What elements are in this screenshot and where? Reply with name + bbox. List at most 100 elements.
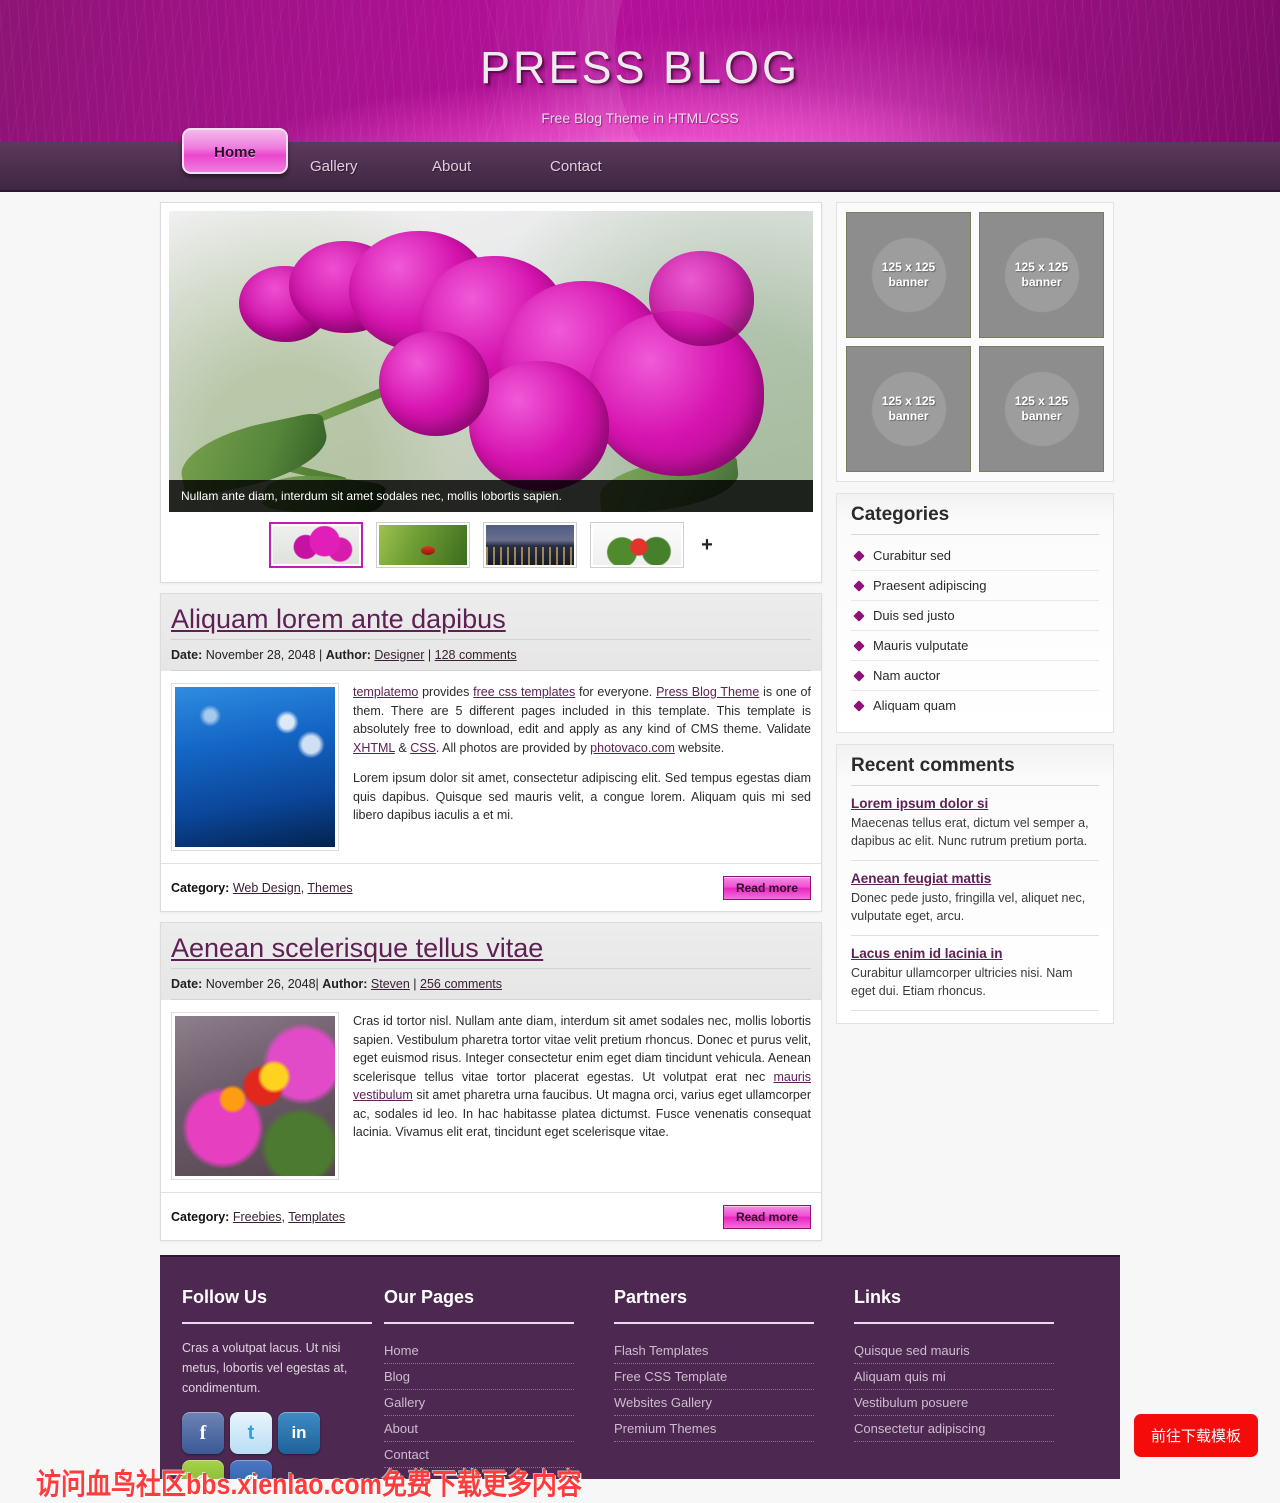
linkedin-icon[interactable]: in <box>278 1412 320 1454</box>
category-link[interactable]: Duis sed justo <box>873 608 955 623</box>
list-item[interactable]: Praesent adipiscing <box>851 571 1099 601</box>
banner-ad[interactable]: 125 x 125 banner <box>979 212 1104 338</box>
footer-pages-list: Home Blog Gallery About Contact <box>384 1338 574 1468</box>
comment-title-link[interactable]: Aenean feugiat mattis <box>851 871 1099 886</box>
list-item[interactable]: Aliquam quam <box>851 691 1099 720</box>
author-label: Author: <box>322 977 368 991</box>
post-category-link-1[interactable]: Web Design <box>233 881 301 895</box>
slider-thumb-city-night[interactable] <box>483 522 578 568</box>
list-item[interactable]: Contact <box>384 1442 574 1468</box>
banner-ad[interactable]: 125 x 125 banner <box>979 346 1104 472</box>
post-author-link[interactable]: Designer <box>374 648 424 662</box>
footer-partners-list: Flash Templates Free CSS Template Websit… <box>614 1338 814 1442</box>
list-item[interactable]: Home <box>384 1338 574 1364</box>
slider-thumb-strawberry-salad[interactable] <box>590 522 685 568</box>
post-footer: Category: Freebies, Templates Read more <box>161 1192 821 1240</box>
post-title-link[interactable]: Aliquam lorem ante dapibus <box>171 604 506 634</box>
list-item[interactable]: Duis sed justo <box>851 601 1099 631</box>
list-item[interactable]: Aliquam quis mi <box>854 1364 1054 1390</box>
post-category-line: Category: Web Design, Themes <box>171 881 353 895</box>
link-mauris-vestibulum[interactable]: mauris vestibulum <box>353 1070 811 1103</box>
twitter-icon[interactable]: t <box>230 1412 272 1454</box>
footer-divider <box>854 1322 1054 1324</box>
footer-link[interactable]: Flash Templates <box>614 1338 814 1363</box>
list-item[interactable]: Websites Gallery <box>614 1390 814 1416</box>
list-item[interactable]: Nam auctor <box>851 661 1099 691</box>
post-header: Aliquam lorem ante dapibus Date: Novembe… <box>161 594 821 671</box>
dribbble-icon[interactable]: ◍ <box>230 1460 272 1479</box>
nav-item-gallery[interactable]: Gallery <box>310 142 358 192</box>
post-image-waterdrops <box>171 683 339 851</box>
read-more-button[interactable]: Read more <box>722 1204 811 1229</box>
comment-title-link[interactable]: Lacus enim id lacinia in <box>851 946 1099 961</box>
post-comments-link[interactable]: 256 comments <box>420 977 502 991</box>
link-free-css-templates[interactable]: free css templates <box>473 685 575 699</box>
footer-link[interactable]: Blog <box>384 1364 574 1389</box>
download-template-button[interactable]: 前往下载模板 <box>1133 1414 1258 1457</box>
category-link[interactable]: Mauris vulputate <box>873 638 968 653</box>
list-item[interactable]: About <box>384 1416 574 1442</box>
link-xhtml[interactable]: XHTML <box>353 741 395 755</box>
list-item[interactable]: Consectetur adipiscing <box>854 1416 1054 1442</box>
banner-ad[interactable]: 125 x 125 banner <box>846 346 971 472</box>
slider-thumb-orchid[interactable] <box>269 522 364 568</box>
list-item[interactable]: Free CSS Template <box>614 1364 814 1390</box>
footer-link[interactable]: Consectetur adipiscing <box>854 1416 1054 1441</box>
footer-link[interactable]: Home <box>384 1338 574 1363</box>
footer-link[interactable]: Contact <box>384 1442 574 1467</box>
list-item[interactable]: Vestibulum posuere <box>854 1390 1054 1416</box>
category-link[interactable]: Nam auctor <box>873 668 940 683</box>
blog-post: Aliquam lorem ante dapibus Date: Novembe… <box>160 593 822 912</box>
post-category-link-1[interactable]: Freebies <box>233 1210 282 1224</box>
link-templatemo[interactable]: templatemo <box>353 685 418 699</box>
category-label: Category: <box>171 880 230 895</box>
link-css[interactable]: CSS <box>410 741 436 755</box>
footer-heading: Partners <box>614 1287 688 1307</box>
main-navigation: Home Gallery About Contact <box>0 128 1280 192</box>
category-link[interactable]: Aliquam quam <box>873 698 956 713</box>
post-category-link-2[interactable]: Templates <box>288 1210 345 1224</box>
main-column: Nullam ante diam, interdum sit amet soda… <box>160 202 822 1241</box>
footer-link[interactable]: Websites Gallery <box>614 1390 814 1415</box>
post-comments-link[interactable]: 128 comments <box>435 648 517 662</box>
footer-link[interactable]: Premium Themes <box>614 1416 814 1441</box>
site-footer: Follow Us Cras a volutpat lacus. Ut nisi… <box>160 1255 1120 1479</box>
slider-thumb-leaf-ladybug[interactable] <box>376 522 471 568</box>
footer-link[interactable]: Quisque sed mauris <box>854 1338 1054 1363</box>
list-item[interactable]: Gallery <box>384 1390 574 1416</box>
footer-link[interactable]: Gallery <box>384 1390 574 1415</box>
read-more-button[interactable]: Read more <box>722 875 811 900</box>
list-item[interactable]: Premium Themes <box>614 1416 814 1442</box>
slider-stage[interactable]: Nullam ante diam, interdum sit amet soda… <box>169 211 813 512</box>
list-item[interactable]: Flash Templates <box>614 1338 814 1364</box>
footer-link[interactable]: About <box>384 1416 574 1441</box>
footer-link[interactable]: Free CSS Template <box>614 1364 814 1389</box>
facebook-icon[interactable]: f <box>182 1412 224 1454</box>
post-title-link[interactable]: Aenean scelerisque tellus vitae <box>171 933 543 963</box>
list-item[interactable]: Quisque sed mauris <box>854 1338 1054 1364</box>
meta-separator-1: | <box>319 648 323 662</box>
rss-icon[interactable]: ◉ <box>182 1460 224 1479</box>
footer-divider <box>614 1322 814 1324</box>
category-link[interactable]: Curabitur sed <box>873 548 951 563</box>
list-item[interactable]: Blog <box>384 1364 574 1390</box>
footer-link[interactable]: Vestibulum posuere <box>854 1390 1054 1415</box>
nav-item-contact[interactable]: Contact <box>550 142 602 192</box>
list-item[interactable]: Curabitur sed <box>851 541 1099 571</box>
comment-title-link[interactable]: Lorem ipsum dolor si <box>851 796 1099 811</box>
nav-item-home[interactable]: Home <box>182 128 288 174</box>
link-photovaco[interactable]: photovaco.com <box>590 741 675 755</box>
category-link[interactable]: Praesent adipiscing <box>873 578 986 593</box>
plus-icon[interactable]: + <box>697 534 713 557</box>
nav-item-about[interactable]: About <box>432 142 471 192</box>
banner-size-line: 125 x 125 <box>1014 394 1069 408</box>
list-item[interactable]: Mauris vulputate <box>851 631 1099 661</box>
diamond-bullet-icon <box>853 580 865 592</box>
post-author-link[interactable]: Steven <box>371 977 410 991</box>
footer-link[interactable]: Aliquam quis mi <box>854 1364 1054 1389</box>
banner-ad[interactable]: 125 x 125 banner <box>846 212 971 338</box>
comment-item: Lacus enim id lacinia in Curabitur ullam… <box>851 936 1099 1011</box>
link-press-blog-theme[interactable]: Press Blog Theme <box>656 685 759 699</box>
post-category-link-2[interactable]: Themes <box>307 881 352 895</box>
banner-grid: 125 x 125 banner 125 x 125 banner 125 x … <box>836 202 1114 482</box>
